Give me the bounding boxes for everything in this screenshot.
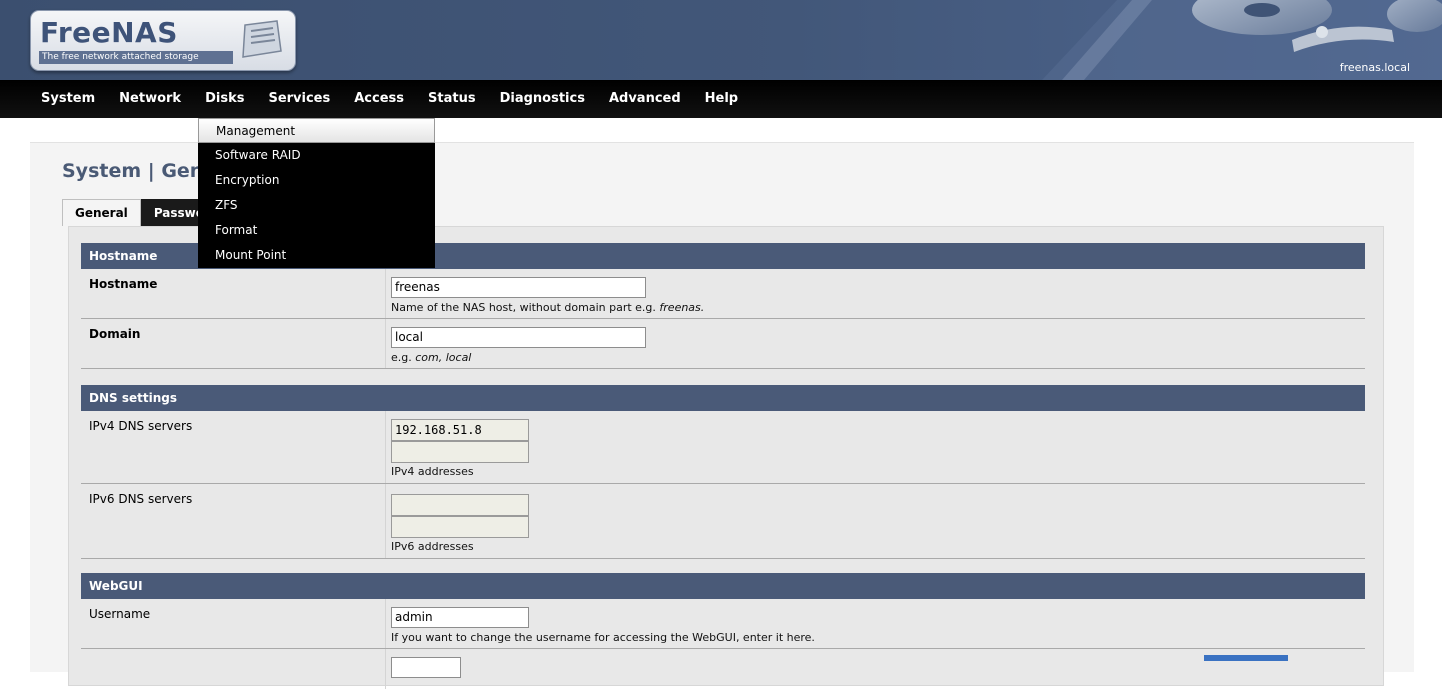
column-divider: [385, 269, 386, 318]
hostname-input[interactable]: freenas: [391, 277, 646, 298]
ipv6-dns-input-1[interactable]: [391, 494, 529, 516]
disks-dropdown-menu: Management Software RAID Encryption ZFS …: [198, 118, 435, 268]
domain-hint-text: e.g.: [391, 351, 416, 364]
settings-form: Hostname Hostname freenas Name of the NA…: [68, 226, 1384, 689]
ipv4-dns-label: IPv4 DNS servers: [89, 419, 193, 433]
nav-item-system[interactable]: System: [41, 80, 95, 118]
column-divider: [385, 599, 386, 648]
header-banner: FreeNAS The free network attached storag…: [0, 0, 1442, 80]
hostname-hint-text: Name of the NAS host, without domain par…: [391, 301, 660, 314]
next-field-input[interactable]: [391, 657, 461, 678]
menu-item-mount-point[interactable]: Mount Point: [198, 243, 435, 268]
nav-item-services[interactable]: Services: [268, 80, 330, 118]
menu-item-zfs[interactable]: ZFS: [198, 193, 435, 218]
save-button-edge[interactable]: [1204, 655, 1288, 661]
nav-item-network[interactable]: Network: [119, 80, 181, 118]
column-divider: [385, 319, 386, 368]
menu-item-management[interactable]: Management: [198, 118, 435, 143]
nav-item-access[interactable]: Access: [354, 80, 404, 118]
ipv6-dns-label: IPv6 DNS servers: [89, 492, 193, 506]
username-label: Username: [89, 607, 151, 621]
column-divider: [385, 649, 386, 689]
main-nav: System Network Disks Services Access Sta…: [0, 80, 1442, 118]
column-divider: [385, 411, 386, 483]
domain-hint: e.g. com, local: [391, 351, 471, 364]
nav-item-status[interactable]: Status: [428, 80, 476, 118]
nav-item-diagnostics[interactable]: Diagnostics: [500, 80, 585, 118]
ipv4-dns-input-1[interactable]: 192.168.51.8: [391, 419, 529, 441]
logo-tagline: The free network attached storage: [39, 51, 233, 64]
hostname-hint: Name of the NAS host, without domain par…: [391, 301, 704, 314]
ipv4-dns-hint: IPv4 addresses: [391, 465, 474, 478]
hostname-row: Hostname freenas Name of the NAS host, w…: [81, 269, 1365, 319]
next-field-row: [81, 649, 1365, 689]
ipv6-dns-input-2[interactable]: [391, 516, 529, 538]
storage-box-icon: [242, 20, 282, 58]
menu-item-encryption[interactable]: Encryption: [198, 168, 435, 193]
ipv6-dns-row: IPv6 DNS servers IPv6 addresses: [81, 484, 1365, 559]
domain-input[interactable]: local: [391, 327, 646, 348]
tab-general[interactable]: General: [62, 199, 141, 226]
domain-row: Domain local e.g. com, local: [81, 319, 1365, 369]
section-header-dns: DNS settings: [81, 385, 1365, 411]
host-name-label: freenas.local: [1339, 61, 1410, 74]
domain-hint-example: com, local: [415, 351, 472, 364]
tab-bar: General Passwo: [62, 199, 217, 226]
freenas-logo[interactable]: FreeNAS The free network attached storag…: [30, 10, 296, 71]
hostname-hint-example: freenas.: [659, 301, 705, 314]
hostname-label: Hostname: [89, 277, 158, 291]
ipv4-dns-row: IPv4 DNS servers 192.168.51.8 IPv4 addre…: [81, 411, 1365, 484]
nav-item-disks[interactable]: Disks: [205, 80, 244, 118]
logo-app-name: FreeNAS: [40, 16, 178, 49]
menu-item-software-raid[interactable]: Software RAID: [198, 143, 435, 168]
nav-item-advanced[interactable]: Advanced: [609, 80, 681, 118]
section-header-webgui: WebGUI: [81, 573, 1365, 599]
username-hint: If you want to change the username for a…: [391, 631, 815, 644]
domain-label: Domain: [89, 327, 141, 341]
page-title: System | Gene: [62, 160, 217, 182]
nav-item-help[interactable]: Help: [705, 80, 738, 118]
username-input[interactable]: admin: [391, 607, 529, 628]
username-row: Username admin If you want to change the…: [81, 599, 1365, 649]
ipv4-dns-input-2[interactable]: [391, 441, 529, 463]
menu-item-format[interactable]: Format: [198, 218, 435, 243]
ipv6-dns-hint: IPv6 addresses: [391, 540, 474, 553]
column-divider: [385, 484, 386, 558]
